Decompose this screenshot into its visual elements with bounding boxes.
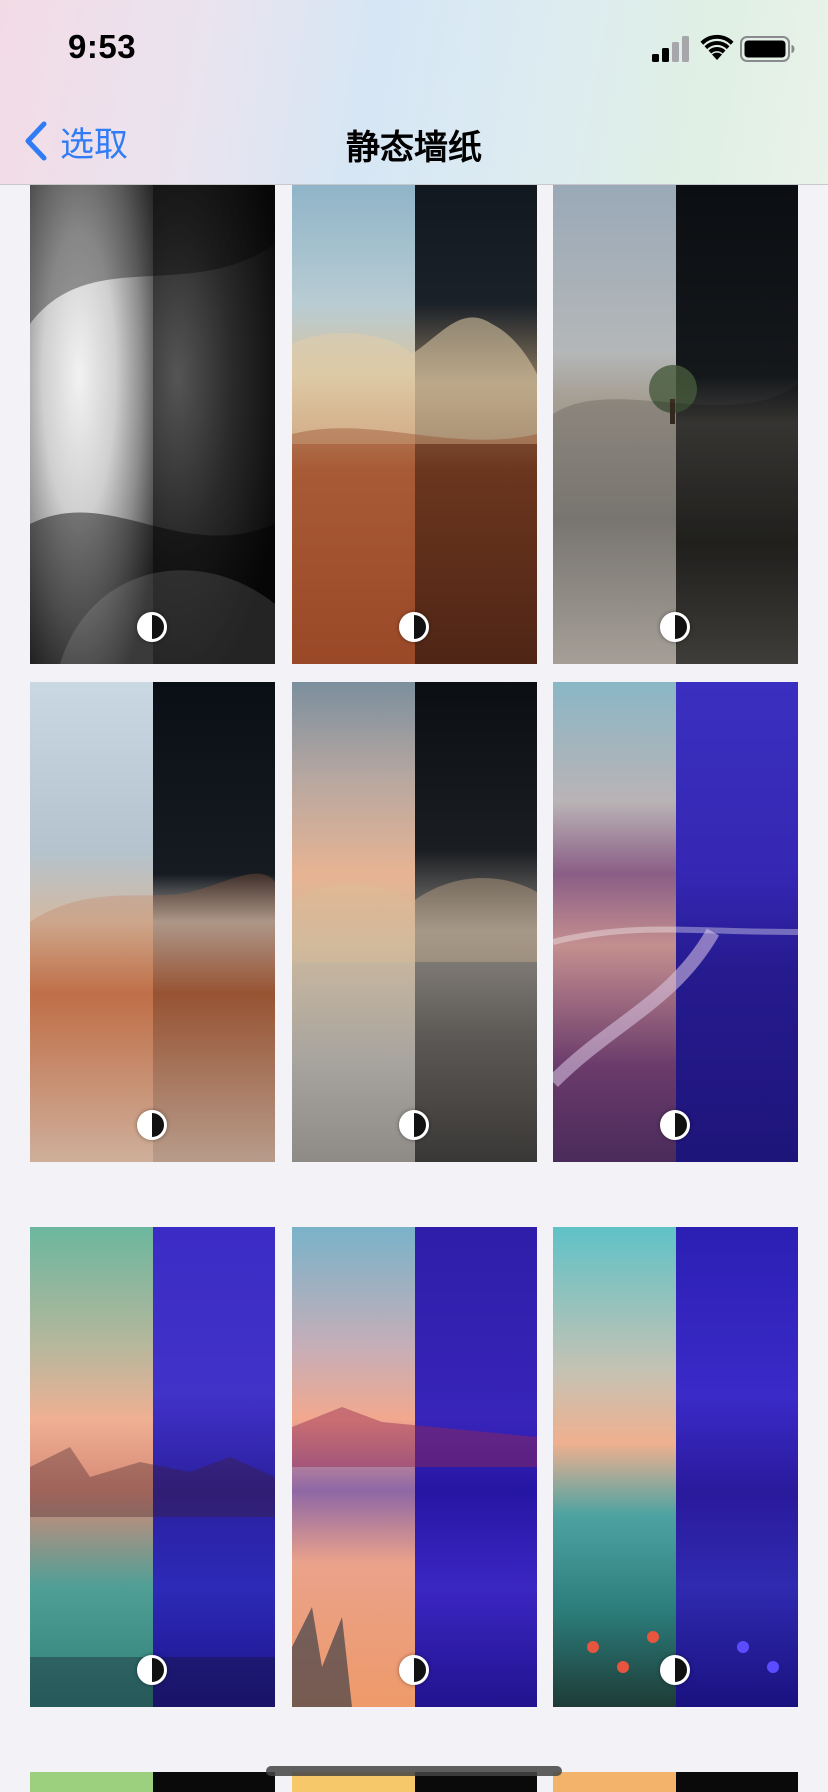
- appearance-toggle-icon[interactable]: [399, 1655, 429, 1685]
- chevron-left-icon: [25, 121, 47, 161]
- wallpaper-tile[interactable]: [30, 1772, 275, 1792]
- wallpaper-tile[interactable]: [553, 1772, 798, 1792]
- wallpaper-tile[interactable]: [292, 682, 537, 1162]
- wallpaper-tile[interactable]: [30, 682, 275, 1162]
- wallpaper-tile[interactable]: [553, 1227, 798, 1707]
- home-indicator[interactable]: [266, 1766, 562, 1776]
- back-button[interactable]: 选取: [24, 118, 128, 164]
- appearance-toggle-icon[interactable]: [660, 1110, 690, 1140]
- appearance-toggle-icon[interactable]: [660, 612, 690, 642]
- wallpaper-tile[interactable]: [292, 184, 537, 664]
- appearance-toggle-icon[interactable]: [399, 1110, 429, 1140]
- appearance-toggle-icon[interactable]: [137, 1655, 167, 1685]
- appearance-toggle-icon[interactable]: [137, 1110, 167, 1140]
- appearance-toggle-icon[interactable]: [137, 612, 167, 642]
- wallpaper-tile[interactable]: [553, 184, 798, 664]
- navigation-bar: 选取 静态墙纸: [0, 100, 828, 184]
- status-bar: 9:53: [0, 0, 828, 100]
- battery-icon: [740, 36, 795, 62]
- app-root: 9:53 选取 静态墙纸: [0, 0, 828, 1792]
- back-button-label: 选取: [60, 125, 128, 164]
- status-time: 9:53: [68, 28, 137, 65]
- appearance-toggle-icon[interactable]: [399, 612, 429, 642]
- appearance-toggle-icon[interactable]: [660, 1655, 690, 1685]
- wifi-icon: [700, 34, 734, 60]
- wallpaper-tile[interactable]: [292, 1227, 537, 1707]
- wallpaper-tile[interactable]: [30, 1227, 275, 1707]
- wallpaper-tile[interactable]: [30, 184, 275, 664]
- signal-icon: [652, 36, 689, 62]
- wallpaper-tile[interactable]: [553, 682, 798, 1162]
- header: 9:53 选取 静态墙纸: [0, 0, 828, 185]
